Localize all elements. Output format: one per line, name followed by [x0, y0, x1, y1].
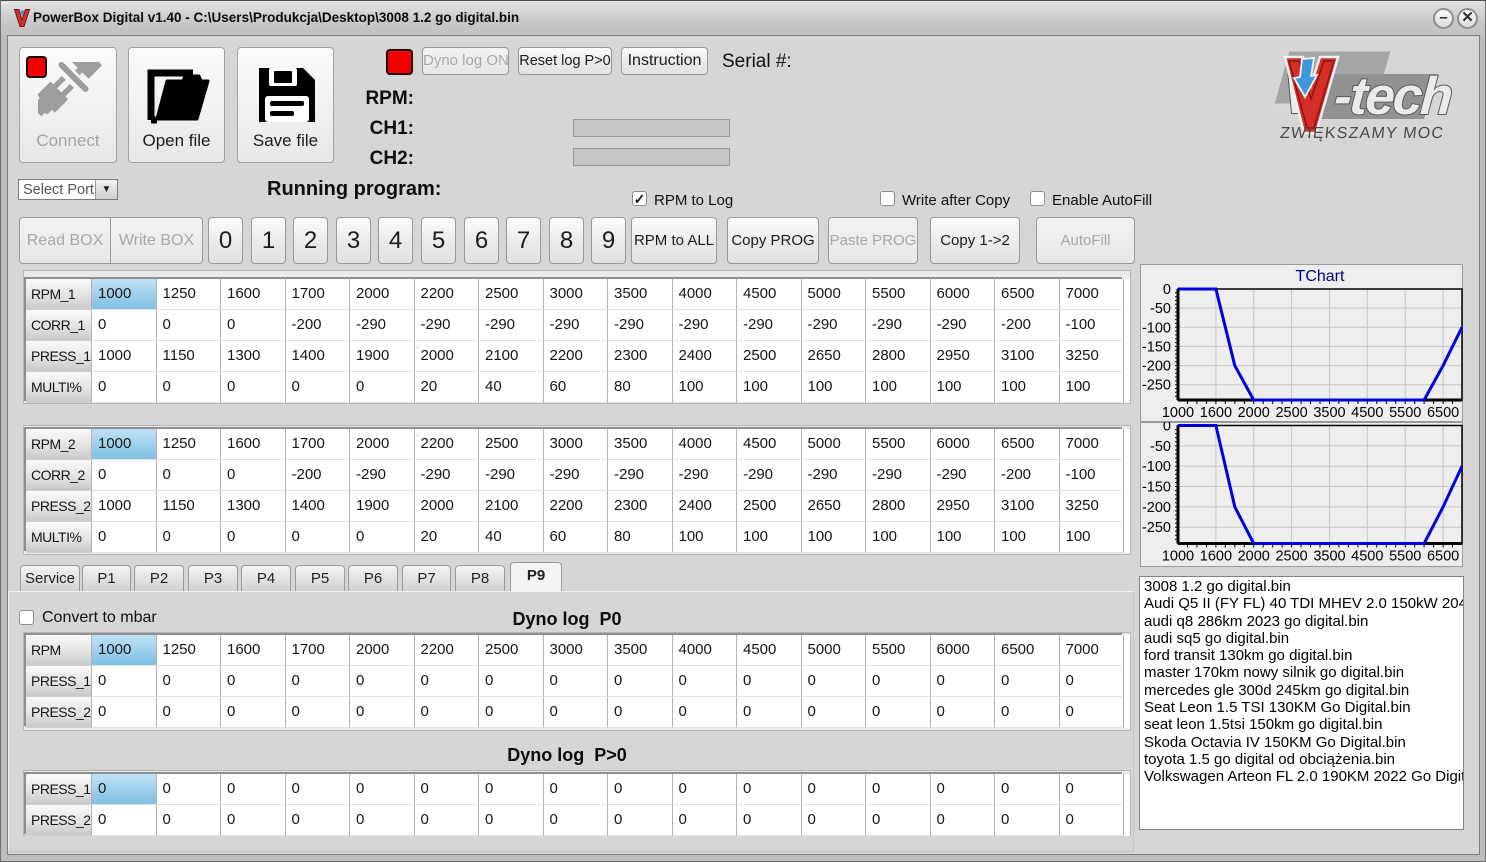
svg-text:-150: -150 [1142, 480, 1171, 496]
svg-text:3500: 3500 [1313, 549, 1345, 565]
svg-text:2000: 2000 [1238, 549, 1270, 565]
svg-text:1600: 1600 [1200, 405, 1232, 421]
svg-text:-50: -50 [1150, 301, 1171, 317]
svg-text:2000: 2000 [1238, 405, 1270, 421]
svg-text:-tech: -tech [1332, 67, 1453, 126]
svg-text:6500: 6500 [1427, 549, 1459, 565]
svg-text:-150: -150 [1142, 339, 1171, 355]
svg-text:6500: 6500 [1427, 405, 1459, 421]
svg-text:3500: 3500 [1313, 405, 1345, 421]
svg-text:4500: 4500 [1351, 549, 1383, 565]
svg-text:2500: 2500 [1275, 549, 1307, 565]
svg-text:2500: 2500 [1275, 405, 1307, 421]
svg-text:-100: -100 [1142, 320, 1171, 336]
svg-text:0: 0 [1163, 422, 1171, 435]
svg-text:5500: 5500 [1389, 405, 1421, 421]
svg-text:1000: 1000 [1162, 405, 1194, 421]
svg-text:-50: -50 [1150, 439, 1171, 455]
svg-text:-250: -250 [1142, 520, 1171, 536]
svg-text:4500: 4500 [1351, 405, 1383, 421]
svg-text:-250: -250 [1142, 378, 1171, 394]
svg-text:1000: 1000 [1162, 549, 1194, 565]
svg-text:TChart: TChart [1296, 268, 1345, 285]
svg-text:0: 0 [1163, 282, 1171, 298]
svg-text:1600: 1600 [1200, 549, 1232, 565]
svg-text:-100: -100 [1142, 459, 1171, 475]
svg-text:-200: -200 [1142, 500, 1171, 516]
svg-text:5500: 5500 [1389, 549, 1421, 565]
svg-text:-200: -200 [1142, 359, 1171, 375]
